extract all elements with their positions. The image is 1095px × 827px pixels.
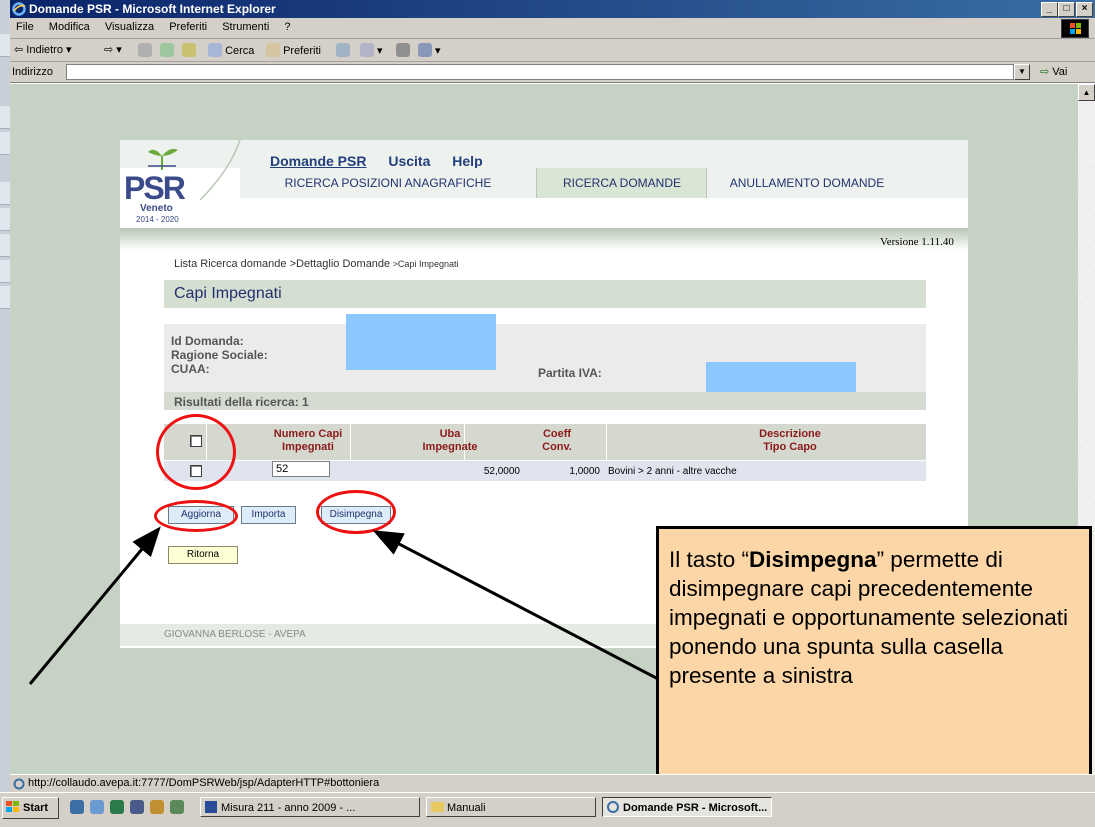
status-bar: http://collaudo.avepa.it:7777/DomPSRWeb/… — [10, 774, 1095, 793]
start-button[interactable]: Start — [2, 797, 59, 819]
task-manuali[interactable]: Manuali — [426, 797, 596, 817]
task-domande-psr-label: Domande PSR - Microsoft... — [623, 802, 768, 814]
quicklaunch-ie-icon[interactable] — [70, 800, 84, 814]
start-label: Start — [23, 802, 49, 814]
word-icon — [205, 801, 217, 813]
task-misura-211[interactable]: Misura 211 - anno 2009 - ... — [200, 797, 420, 817]
status-url: http://collaudo.avepa.it:7777/DomPSRWeb/… — [28, 777, 380, 789]
task-misura-211-label: Misura 211 - anno 2009 - ... — [221, 802, 356, 814]
quicklaunch-app-icon[interactable] — [130, 800, 144, 814]
ie-icon — [607, 801, 619, 813]
folder-icon — [431, 802, 444, 812]
windows-start-icon — [6, 800, 20, 812]
taskbar: Start Misura 211 - anno 2009 - ... Manua… — [0, 792, 1095, 827]
task-domande-psr[interactable]: Domande PSR - Microsoft... — [602, 797, 772, 817]
task-manuali-label: Manuali — [447, 802, 486, 814]
quicklaunch-app-icon[interactable] — [150, 800, 164, 814]
quicklaunch-app-icon[interactable] — [170, 800, 184, 814]
ie-page-icon — [13, 778, 25, 793]
quicklaunch-desktop-icon[interactable] — [90, 800, 104, 814]
quicklaunch-app-icon[interactable] — [110, 800, 124, 814]
callout-text: Il tasto “Disimpegna” permette di disimp… — [669, 547, 1069, 688]
